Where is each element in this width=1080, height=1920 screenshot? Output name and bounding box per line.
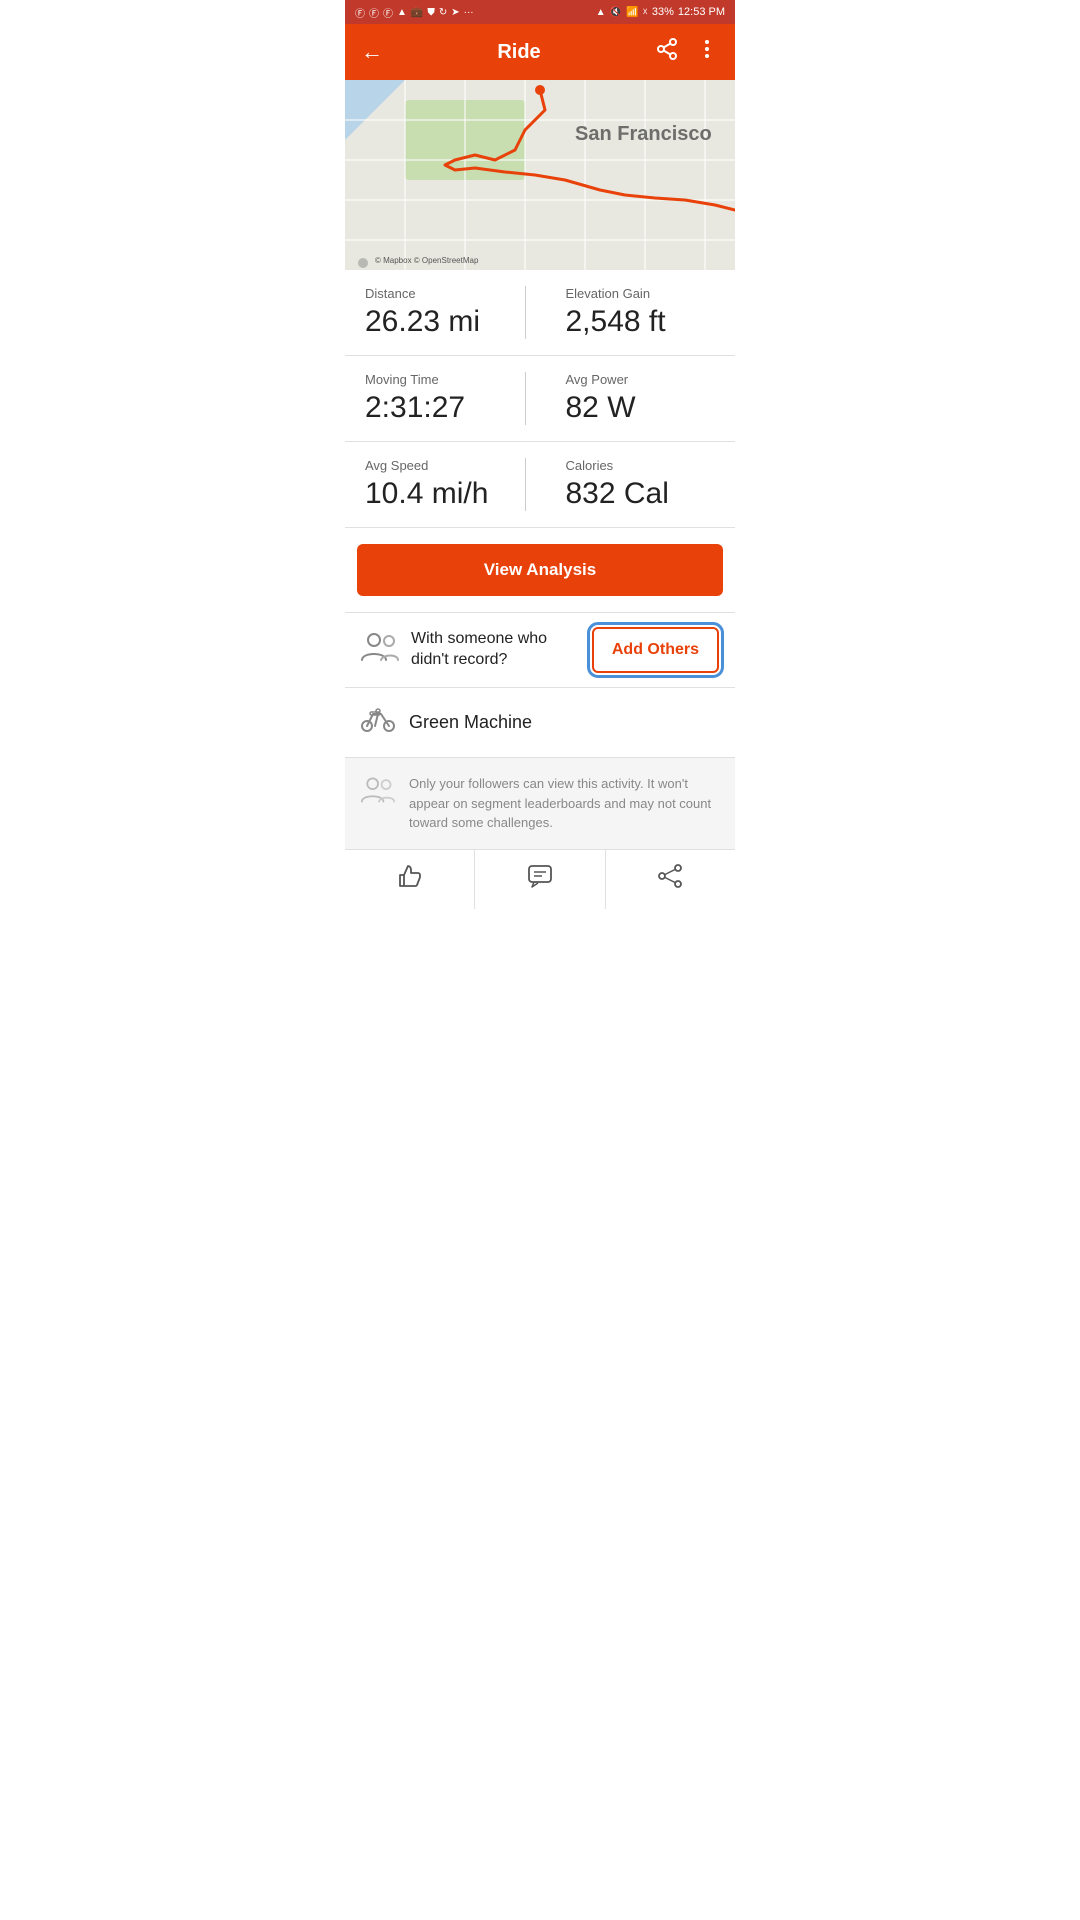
distance-value: 26.23 mi bbox=[365, 305, 480, 339]
bluetooth-icon: ▲ bbox=[596, 7, 606, 18]
privacy-row: Only your followers can view this activi… bbox=[345, 758, 735, 849]
add-others-button[interactable]: Add Others bbox=[592, 627, 719, 673]
bike-icon bbox=[361, 706, 395, 739]
status-bar-left: Ⓕ Ⓕ Ⓕ ▲ 💼 ⛊ ↻ ➤ ··· bbox=[355, 5, 474, 20]
like-button[interactable] bbox=[345, 850, 475, 909]
mute-icon: 🔇 bbox=[610, 7, 622, 18]
svg-text:San Francisco: San Francisco bbox=[575, 123, 712, 145]
bottom-bar bbox=[345, 849, 735, 909]
stat-moving-time: Moving Time 2:31:27 bbox=[365, 372, 515, 425]
privacy-people-icon bbox=[361, 776, 395, 811]
stat-divider-1 bbox=[525, 286, 526, 339]
loop-icon: ↻ bbox=[439, 7, 447, 18]
stats-row-3: Avg Speed 10.4 mi/h Calories 832 Cal bbox=[345, 442, 735, 528]
time: 12:53 PM bbox=[678, 6, 725, 18]
stat-avg-power: Avg Power 82 W bbox=[536, 372, 716, 425]
arrow-icon: ➤ bbox=[451, 7, 459, 18]
more-button[interactable] bbox=[695, 37, 719, 67]
stat-divider-3 bbox=[525, 458, 526, 511]
comment-icon bbox=[526, 862, 554, 897]
avg-speed-label: Avg Speed bbox=[365, 458, 428, 473]
stat-avg-speed: Avg Speed 10.4 mi/h bbox=[365, 458, 515, 511]
battery-level: 33% bbox=[652, 6, 674, 18]
thumbs-up-icon bbox=[396, 862, 424, 897]
status-bar-right: ▲ 🔇 📶 ☓ 33% 12:53 PM bbox=[596, 6, 725, 18]
avg-power-label: Avg Power bbox=[566, 372, 629, 387]
share-button[interactable] bbox=[655, 37, 679, 67]
stat-calories: Calories 832 Cal bbox=[536, 458, 716, 511]
elevation-label: Elevation Gain bbox=[566, 286, 651, 301]
avg-power-value: 82 W bbox=[566, 391, 636, 425]
moving-time-label: Moving Time bbox=[365, 372, 439, 387]
header-actions bbox=[655, 37, 719, 67]
share-icon bbox=[656, 862, 684, 897]
view-analysis-button[interactable]: View Analysis bbox=[357, 544, 723, 596]
bike-name: Green Machine bbox=[409, 712, 532, 733]
share-action-button[interactable] bbox=[606, 850, 735, 909]
calories-value: 832 Cal bbox=[566, 477, 669, 511]
wifi-icon: 📶 bbox=[626, 7, 638, 18]
distance-label: Distance bbox=[365, 286, 416, 301]
avg-speed-value: 10.4 mi/h bbox=[365, 477, 488, 511]
stat-elevation: Elevation Gain 2,548 ft bbox=[536, 286, 716, 339]
svg-text:© Mapbox © OpenStreetMap: © Mapbox © OpenStreetMap bbox=[375, 256, 479, 265]
stats-row-2: Moving Time 2:31:27 Avg Power 82 W bbox=[345, 356, 735, 442]
with-someone-row: With someone who didn't record? Add Othe… bbox=[345, 612, 735, 688]
triangle-icon: ▲ bbox=[397, 7, 407, 18]
map-container: San Francisco © Mapbox © OpenStreetMap bbox=[345, 80, 735, 270]
page-title: Ride bbox=[497, 41, 540, 64]
with-someone-text: With someone who didn't record? bbox=[411, 629, 580, 671]
back-button[interactable]: ← bbox=[361, 39, 383, 65]
comment-button[interactable] bbox=[475, 850, 605, 909]
calories-label: Calories bbox=[566, 458, 614, 473]
elevation-value: 2,548 ft bbox=[566, 305, 666, 339]
fb-icon-3: Ⓕ bbox=[383, 5, 393, 20]
fb-icon-1: Ⓕ bbox=[355, 5, 365, 20]
signal-icon: ☓ bbox=[643, 7, 648, 18]
stat-divider-2 bbox=[525, 372, 526, 425]
shield-icon: ⛊ bbox=[427, 7, 435, 18]
bike-row: Green Machine bbox=[345, 688, 735, 758]
ellipsis-icon: ··· bbox=[464, 7, 474, 18]
stats-row-1: Distance 26.23 mi Elevation Gain 2,548 f… bbox=[345, 270, 735, 356]
stat-distance: Distance 26.23 mi bbox=[365, 286, 515, 339]
fb-icon-2: Ⓕ bbox=[369, 5, 379, 20]
people-icon bbox=[361, 632, 399, 669]
header: ← Ride bbox=[345, 24, 735, 80]
stats-section: Distance 26.23 mi Elevation Gain 2,548 f… bbox=[345, 270, 735, 528]
bag-icon: 💼 bbox=[411, 7, 423, 18]
moving-time-value: 2:31:27 bbox=[365, 391, 465, 425]
privacy-text: Only your followers can view this activi… bbox=[409, 774, 719, 833]
status-bar: Ⓕ Ⓕ Ⓕ ▲ 💼 ⛊ ↻ ➤ ··· ▲ 🔇 📶 ☓ 33% 12:53 PM bbox=[345, 0, 735, 24]
